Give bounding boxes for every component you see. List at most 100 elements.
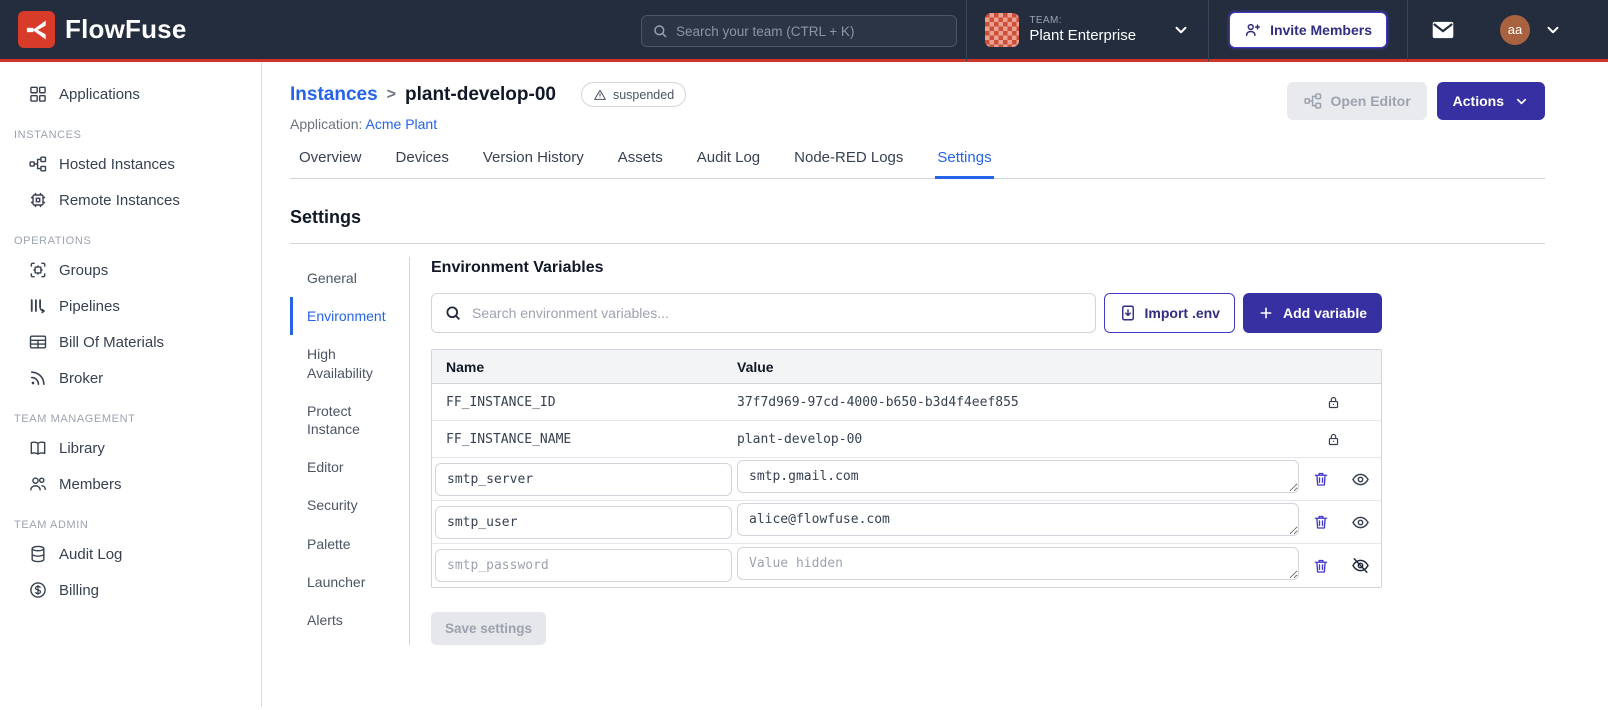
actions-button[interactable]: Actions — [1436, 82, 1545, 120]
team-selector[interactable]: TEAM: Plant Enterprise — [967, 0, 1208, 59]
flowfuse-logo[interactable]: FlowFuse — [18, 11, 187, 48]
delete-variable-button[interactable] — [1312, 557, 1330, 575]
notifications-button[interactable] — [1408, 0, 1478, 59]
sidebar-item-members[interactable]: Members — [0, 466, 261, 502]
table-header: Name Value — [432, 350, 1381, 384]
sidebar-item-bill-of-materials[interactable]: Bill Of Materials — [0, 324, 261, 360]
delete-variable-button[interactable] — [1312, 470, 1330, 488]
breadcrumb-separator: > — [386, 85, 396, 103]
import-env-button[interactable]: Import .env — [1103, 293, 1235, 333]
audit-log-icon — [28, 544, 48, 564]
table-row: alice@flowfuse.com — [432, 501, 1381, 544]
team-label: TEAM: — [1029, 14, 1062, 26]
settings-nav-launcher[interactable]: Launcher — [290, 563, 403, 601]
environment-variables-heading: Environment Variables — [431, 259, 604, 276]
breadcrumb-instances-link[interactable]: Instances — [290, 84, 378, 106]
env-var-name-input[interactable] — [435, 549, 732, 582]
env-var-value: 37f7d969-97cd-4000-b650-b3d4f4eef855 — [737, 394, 1019, 410]
team-search-input[interactable] — [676, 23, 946, 39]
sidebar-item-billing[interactable]: Billing — [0, 572, 261, 608]
env-var-name-input[interactable] — [435, 505, 732, 539]
settings-nav-high-availability[interactable]: High Availability — [290, 335, 403, 391]
tab-devices[interactable]: Devices — [396, 149, 449, 178]
tab-audit-log[interactable]: Audit Log — [697, 149, 760, 178]
tab-node-red-logs[interactable]: Node-RED Logs — [794, 149, 903, 178]
settings-nav-editor[interactable]: Editor — [290, 448, 403, 486]
add-variable-button[interactable]: Add variable — [1242, 293, 1382, 333]
sidebar-item-label: Applications — [59, 85, 140, 103]
settings-nav: General Environment High Availability Pr… — [290, 257, 403, 645]
table-row: smtp.gmail.com — [432, 458, 1381, 501]
sidebar-section-operations: OPERATIONS — [14, 235, 92, 247]
settings-nav-alerts[interactable]: Alerts — [290, 601, 403, 639]
settings-nav-general[interactable]: General — [290, 259, 403, 297]
application-line: Application: Acme Plant — [290, 116, 686, 132]
main-content: Instances > plant-develop-00 suspended A… — [262, 62, 1608, 707]
toggle-visibility-button[interactable] — [1351, 513, 1370, 532]
sidebar-item-pipelines[interactable]: Pipelines — [0, 288, 261, 324]
sidebar-item-label: Audit Log — [59, 545, 123, 563]
chevron-down-icon — [1172, 21, 1190, 39]
save-settings-button[interactable]: Save settings — [431, 612, 547, 645]
open-editor-button[interactable]: Open Editor — [1286, 82, 1427, 120]
env-var-value-input[interactable] — [737, 546, 1299, 580]
tab-version-history[interactable]: Version History — [483, 149, 584, 178]
lock-icon — [1326, 432, 1341, 447]
trash-icon — [1312, 513, 1330, 531]
env-var-value-input[interactable]: alice@flowfuse.com — [737, 503, 1299, 536]
sidebar: Applications INSTANCES Hosted Instances … — [0, 62, 262, 707]
avatar: aa — [1500, 14, 1530, 45]
column-header-name: Name — [446, 358, 485, 375]
team-search[interactable] — [641, 15, 957, 47]
env-search-input[interactable] — [472, 305, 1083, 321]
eye-off-icon — [1351, 556, 1370, 575]
settings-nav-protect-instance[interactable]: Protect Instance — [290, 392, 403, 448]
members-icon — [28, 474, 48, 494]
eye-icon — [1351, 513, 1370, 532]
tab-assets[interactable]: Assets — [618, 149, 663, 178]
brand-name: FlowFuse — [65, 14, 187, 44]
eye-icon — [1351, 470, 1370, 489]
env-var-name-input[interactable] — [435, 462, 732, 496]
breadcrumb: Instances > plant-develop-00 suspended — [290, 82, 687, 107]
toggle-visibility-button[interactable] — [1351, 556, 1370, 575]
sidebar-item-library[interactable]: Library — [0, 430, 261, 466]
sidebar-item-applications[interactable]: Applications — [0, 76, 261, 112]
sidebar-item-audit-log[interactable]: Audit Log — [0, 536, 261, 572]
env-var-value-input[interactable]: smtp.gmail.com — [737, 460, 1299, 493]
bill-of-materials-icon — [28, 332, 48, 352]
settings-nav-palette[interactable]: Palette — [290, 525, 403, 563]
settings-nav-security[interactable]: Security — [290, 486, 403, 524]
sidebar-item-hosted-instances[interactable]: Hosted Instances — [0, 146, 261, 182]
invite-members-button[interactable]: Invite Members — [1229, 11, 1387, 48]
flowfuse-logo-icon — [18, 11, 55, 48]
settings-nav-environment[interactable]: Environment — [290, 297, 403, 336]
sidebar-item-remote-instances[interactable]: Remote Instances — [0, 182, 261, 218]
search-icon — [652, 23, 668, 39]
sidebar-item-groups[interactable]: Groups — [0, 252, 261, 288]
import-file-icon — [1119, 304, 1137, 322]
applications-icon — [28, 84, 48, 104]
sidebar-section-team-management: TEAM MANAGEMENT — [14, 413, 136, 425]
delete-variable-button[interactable] — [1312, 513, 1330, 531]
instance-tabs: Overview Devices Version History Assets … — [290, 149, 1545, 179]
env-var-value: plant-develop-00 — [737, 431, 863, 447]
import-env-label: Import .env — [1144, 305, 1220, 321]
sidebar-item-label: Billing — [59, 581, 100, 599]
open-editor-label: Open Editor — [1330, 93, 1411, 109]
application-link[interactable]: Acme Plant — [366, 116, 438, 132]
hosted-instances-icon — [28, 154, 48, 174]
trash-icon — [1312, 557, 1330, 575]
tab-settings[interactable]: Settings — [935, 149, 994, 179]
toggle-visibility-button[interactable] — [1351, 470, 1370, 489]
status-badge-label: suspended — [612, 87, 675, 102]
user-menu[interactable]: aa — [1478, 0, 1590, 59]
lock-icon — [1326, 395, 1341, 410]
invite-members-label: Invite Members — [1270, 21, 1372, 38]
env-search[interactable] — [431, 293, 1096, 333]
table-row: FF_INSTANCE_NAME plant-develop-00 — [432, 421, 1381, 458]
settings-heading: Settings — [290, 207, 362, 227]
sidebar-item-broker[interactable]: Broker — [0, 360, 261, 396]
table-row — [432, 544, 1381, 587]
tab-overview[interactable]: Overview — [299, 149, 362, 178]
